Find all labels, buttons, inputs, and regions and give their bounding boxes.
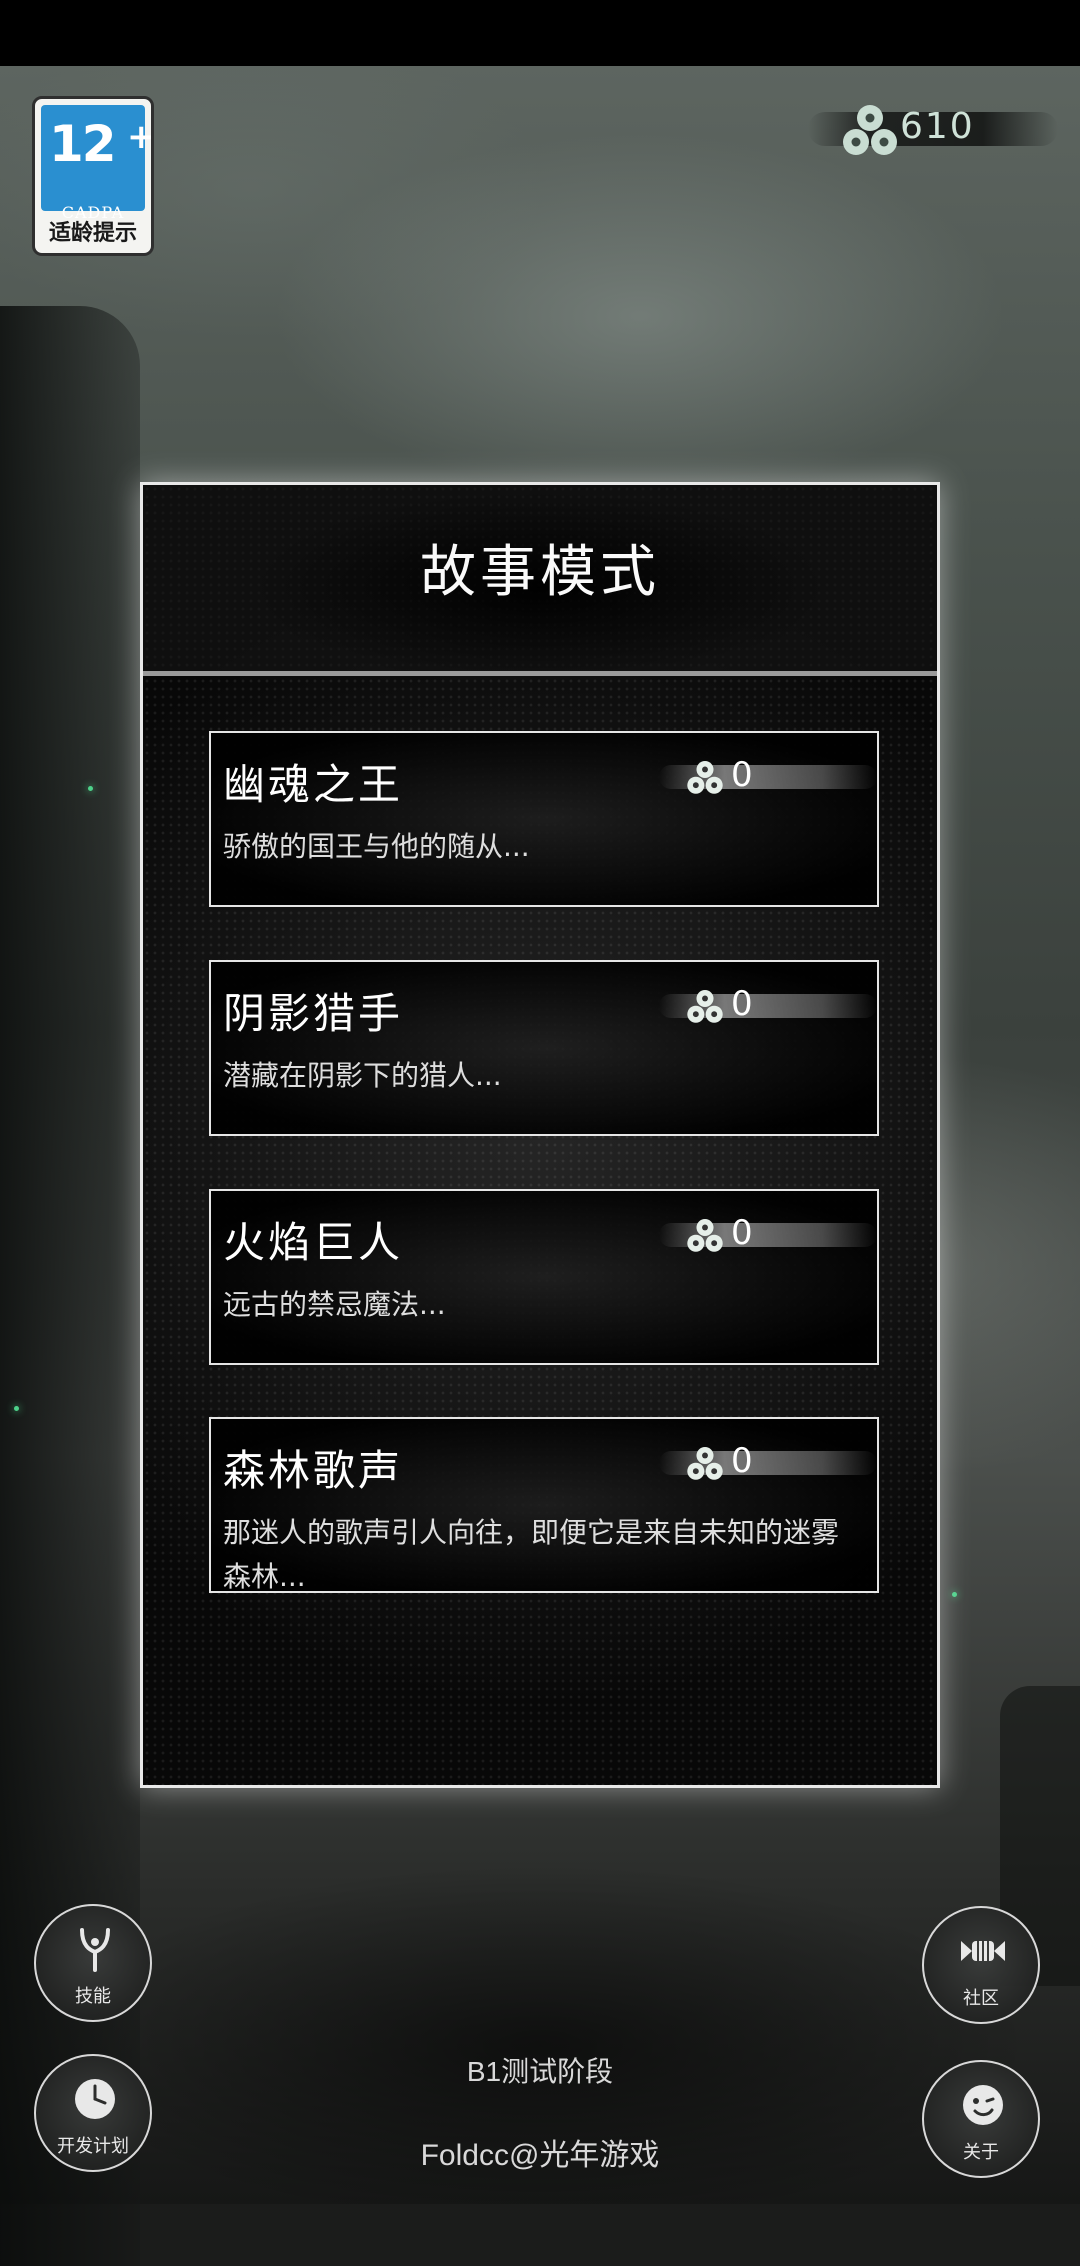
story-title: 阴影猎手 bbox=[223, 989, 404, 1038]
skills-button[interactable]: 技能 bbox=[34, 1904, 152, 2022]
triple-orb-icon bbox=[687, 1446, 723, 1480]
story-card-flame-giant[interactable]: 火焰巨人 0 远古的禁忌魔法... bbox=[209, 1189, 879, 1365]
triple-orb-icon bbox=[687, 1218, 723, 1252]
panel-title: 故事模式 bbox=[420, 540, 660, 605]
candy-icon bbox=[961, 1941, 1005, 1961]
firefly bbox=[952, 1592, 957, 1597]
age-rating-plus: + bbox=[127, 117, 154, 157]
age-rating-number: 12 bbox=[49, 115, 117, 173]
reward-value: 0 bbox=[731, 755, 753, 795]
story-card-shadow-hunter[interactable]: 阴影猎手 0 潜藏在阴影下的猎人... bbox=[209, 960, 879, 1136]
story-card-ghost-king[interactable]: 幽魂之王 0 骄傲的国王与他的随从... bbox=[209, 731, 879, 907]
firefly bbox=[14, 1406, 19, 1411]
status-bar bbox=[0, 0, 1080, 66]
community-button[interactable]: 社区 bbox=[922, 1906, 1040, 2024]
reward-value: 0 bbox=[731, 984, 753, 1024]
reward-value: 0 bbox=[731, 1441, 753, 1481]
age-rating-tip: 适龄提示 bbox=[48, 221, 137, 246]
story-reward: 0 bbox=[659, 1441, 877, 1489]
currency-value: 610 bbox=[900, 106, 975, 147]
story-reward: 0 bbox=[659, 984, 877, 1032]
credit-text: Foldcc@光年游戏 bbox=[420, 2139, 660, 2172]
story-title: 幽魂之王 bbox=[223, 760, 404, 809]
triple-orb-icon bbox=[843, 105, 897, 155]
currency-display: 610 bbox=[808, 102, 1058, 160]
story-title: 火焰巨人 bbox=[223, 1218, 404, 1267]
story-description: 骄傲的国王与他的随从... bbox=[223, 830, 530, 863]
age-rating-badge[interactable]: 12 + CADPA 适龄提示 bbox=[32, 96, 154, 256]
triple-orb-icon bbox=[687, 989, 723, 1023]
story-reward: 0 bbox=[659, 755, 877, 803]
build-stage-text: B1测试阶段 bbox=[466, 2056, 614, 2087]
story-description: 那迷人的歌声引人向往，即便它是来自未知的迷雾森林... bbox=[223, 1516, 840, 1593]
panel-header: 故事模式 bbox=[143, 485, 937, 676]
story-description: 远古的禁忌魔法... bbox=[223, 1288, 446, 1321]
reward-value: 0 bbox=[731, 1213, 753, 1253]
story-title: 森林歌声 bbox=[223, 1446, 404, 1495]
slingshot-icon bbox=[80, 1928, 110, 1972]
story-mode-panel: 故事模式 幽魂之王 0 骄傲的国王与他的随从... 阴影猎手 0 潜藏在阴影下的… bbox=[140, 482, 940, 1788]
firefly bbox=[88, 786, 93, 791]
story-card-forest-song[interactable]: 森林歌声 0 那迷人的歌声引人向往，即便它是来自未知的迷雾森林... bbox=[209, 1417, 879, 1593]
skills-label: 技能 bbox=[75, 1986, 111, 2007]
story-reward: 0 bbox=[659, 1213, 877, 1261]
story-description: 潜藏在阴影下的猎人... bbox=[223, 1059, 502, 1092]
community-label: 社区 bbox=[963, 1988, 999, 2009]
age-rating-panel: 12 + CADPA bbox=[41, 105, 151, 222]
triple-orb-icon bbox=[687, 760, 723, 794]
